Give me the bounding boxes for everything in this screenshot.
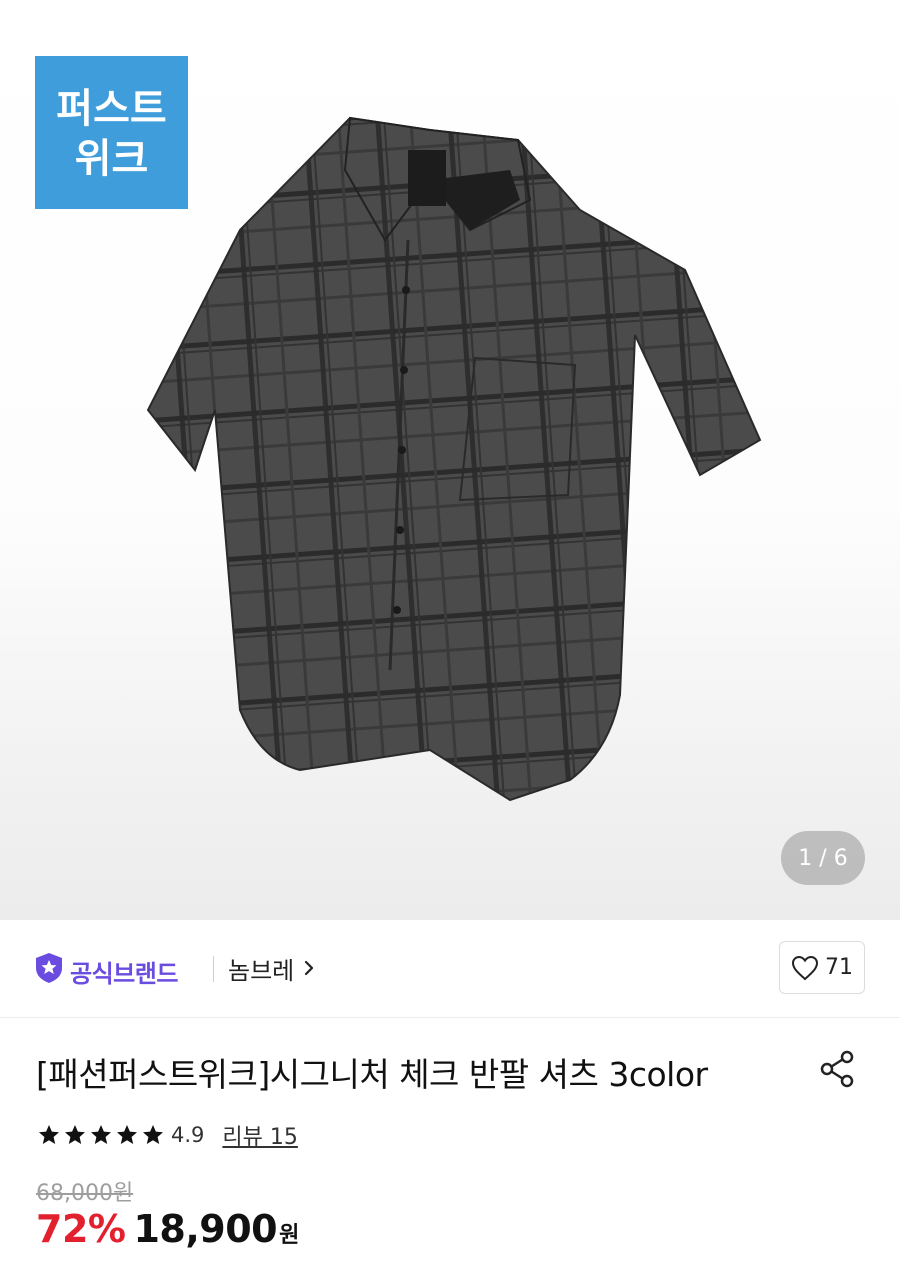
brand-name: 놈브레 (228, 956, 295, 985)
star-rating (37, 1123, 165, 1147)
image-counter: 1 / 6 (781, 831, 865, 885)
sale-price: 18,900 (133, 1207, 278, 1251)
star-icon (117, 1125, 137, 1144)
star-icon (65, 1125, 85, 1144)
like-button[interactable]: 71 (779, 941, 865, 994)
brand-divider (213, 956, 214, 982)
shield-star-icon (36, 953, 62, 983)
rating-row: 4.9 리뷰 15 (37, 1119, 298, 1151)
brand-row: 공식브랜드 놈브레 (0, 920, 900, 1018)
star-icon (91, 1125, 111, 1144)
original-price: 68,000원 (36, 1181, 134, 1206)
review-link[interactable]: 리뷰 15 (222, 1119, 297, 1151)
price-row: 72% 18,900 원 (36, 1207, 299, 1251)
heart-icon (791, 955, 819, 980)
discount-rate: 72% (36, 1207, 126, 1251)
product-gallery[interactable]: 퍼스트 위크 1 / 6 (0, 0, 900, 920)
product-image[interactable] (140, 110, 770, 820)
star-icon (143, 1125, 163, 1144)
rating-value: 4.9 (171, 1123, 205, 1147)
chevron-right-icon (305, 960, 314, 976)
brand-link[interactable]: 놈브레 (228, 952, 318, 985)
official-brand-label: 공식브랜드 (70, 960, 178, 988)
product-title: [패션퍼스트위크]시그니처 체크 반팔 셔츠 3color (36, 1055, 708, 1094)
share-icon[interactable] (818, 1049, 858, 1089)
star-icon (39, 1125, 59, 1144)
like-count: 71 (825, 955, 853, 980)
currency-unit: 원 (279, 1223, 300, 1248)
